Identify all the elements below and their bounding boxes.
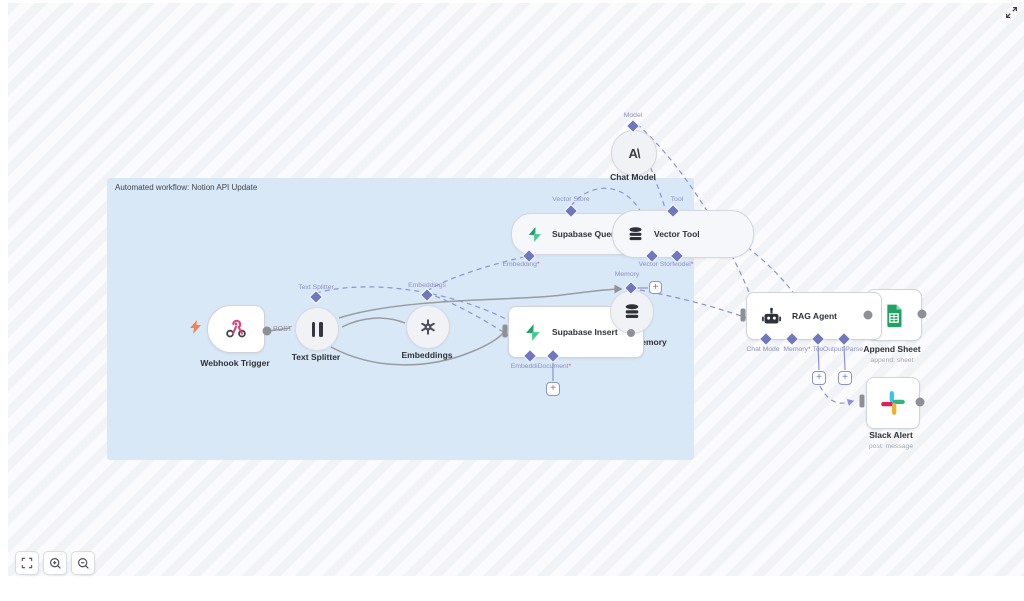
text-splitter-label: Text Splitter [291, 352, 341, 362]
slack-alert-label: Slack Alert [869, 430, 913, 440]
workflow-canvas[interactable]: Automated workflow: Notion API Update PO… [0, 0, 1024, 601]
robot-icon [762, 307, 781, 323]
webhook-output-dot[interactable] [262, 326, 272, 336]
rag-output-add-button[interactable]: + [838, 371, 852, 385]
supabase-icon [526, 323, 540, 341]
expand-button[interactable] [1002, 3, 1020, 21]
insert-port-labels: EmbeddiDocument* [510, 363, 572, 370]
google-sheets-icon [887, 304, 902, 327]
slack-input-bar[interactable] [859, 394, 865, 408]
splitter-icon [319, 321, 323, 337]
zoom-out-button[interactable] [71, 551, 95, 575]
zoom-in-icon [49, 557, 61, 569]
window-memory-port-label: Memory [614, 271, 640, 278]
database-icon [625, 304, 639, 318]
anthropic-icon: A\ [628, 145, 641, 161]
supabase-insert-input-bar[interactable] [502, 324, 508, 338]
rag-port-chat-model: Chat Mode [746, 346, 780, 353]
vector-tool-bottom-labels: Vector StorModel* [638, 261, 694, 268]
append-sheet-output-dot[interactable] [917, 309, 927, 319]
node-chat-model[interactable]: A\ [611, 130, 657, 176]
window-memory-bottom-dot[interactable] [627, 329, 635, 337]
slack-output-dot[interactable] [915, 397, 925, 407]
zoom-out-icon [77, 557, 89, 569]
trigger-bolt-icon [190, 320, 201, 334]
append-sheet-label: Append Sheet [863, 344, 921, 354]
splitter-icon [311, 321, 315, 337]
rag-agent-input-bar[interactable] [740, 308, 746, 322]
rag-port-output-parser: Output Parse [822, 346, 864, 353]
expand-icon [1005, 6, 1017, 18]
rag-agent-title: RAG Agent [792, 311, 838, 321]
rag-port-memory: Memory* [783, 346, 811, 353]
node-slack-alert[interactable] [866, 377, 920, 429]
embeddings-label: Embeddings [401, 350, 453, 360]
insert-add-button[interactable]: + [546, 382, 560, 396]
append-sheet-subtitle: append: sheet [870, 357, 914, 364]
vector-tool-title: Vector Tool [654, 229, 700, 239]
vector-tool-tool-label: Tool [670, 196, 684, 203]
rag-agent-output-dot[interactable] [863, 310, 873, 320]
node-webhook-trigger[interactable] [207, 305, 265, 353]
supabase-icon [528, 226, 541, 242]
chat-model-port-label: Model [623, 112, 643, 119]
webhook-icon [226, 319, 246, 338]
query-vector-store-label: Vector Store [552, 196, 590, 203]
node-window-memory[interactable] [610, 290, 654, 334]
slack-icon [881, 391, 905, 415]
rag-tool-add-button[interactable]: + [812, 371, 826, 385]
database-icon [629, 226, 642, 240]
webhook-trigger-label: Webhook Trigger [200, 358, 270, 368]
supabase-query-title: Supabase Query [552, 229, 620, 239]
openai-icon [421, 319, 435, 335]
slack-alert-subtitle: post: message [868, 443, 914, 450]
rag-port-tool: .Too [810, 346, 824, 353]
zoom-in-button[interactable] [43, 551, 67, 575]
fit-view-icon [21, 557, 33, 569]
supabase-insert-title: Supabase Insert [552, 327, 618, 337]
node-embeddings[interactable] [406, 305, 450, 349]
query-embedding-label: Embedding* [502, 261, 540, 268]
node-vector-tool[interactable]: Vector Tool [612, 210, 754, 258]
node-text-splitter[interactable] [295, 307, 339, 351]
webhook-output-label: POST [273, 326, 293, 333]
chat-model-label: Chat Model [610, 172, 656, 182]
memory-add-button[interactable]: + [649, 281, 662, 294]
workflow-group-label: Automated workflow: Notion API Update [115, 183, 258, 192]
fit-view-button[interactable] [15, 551, 39, 575]
